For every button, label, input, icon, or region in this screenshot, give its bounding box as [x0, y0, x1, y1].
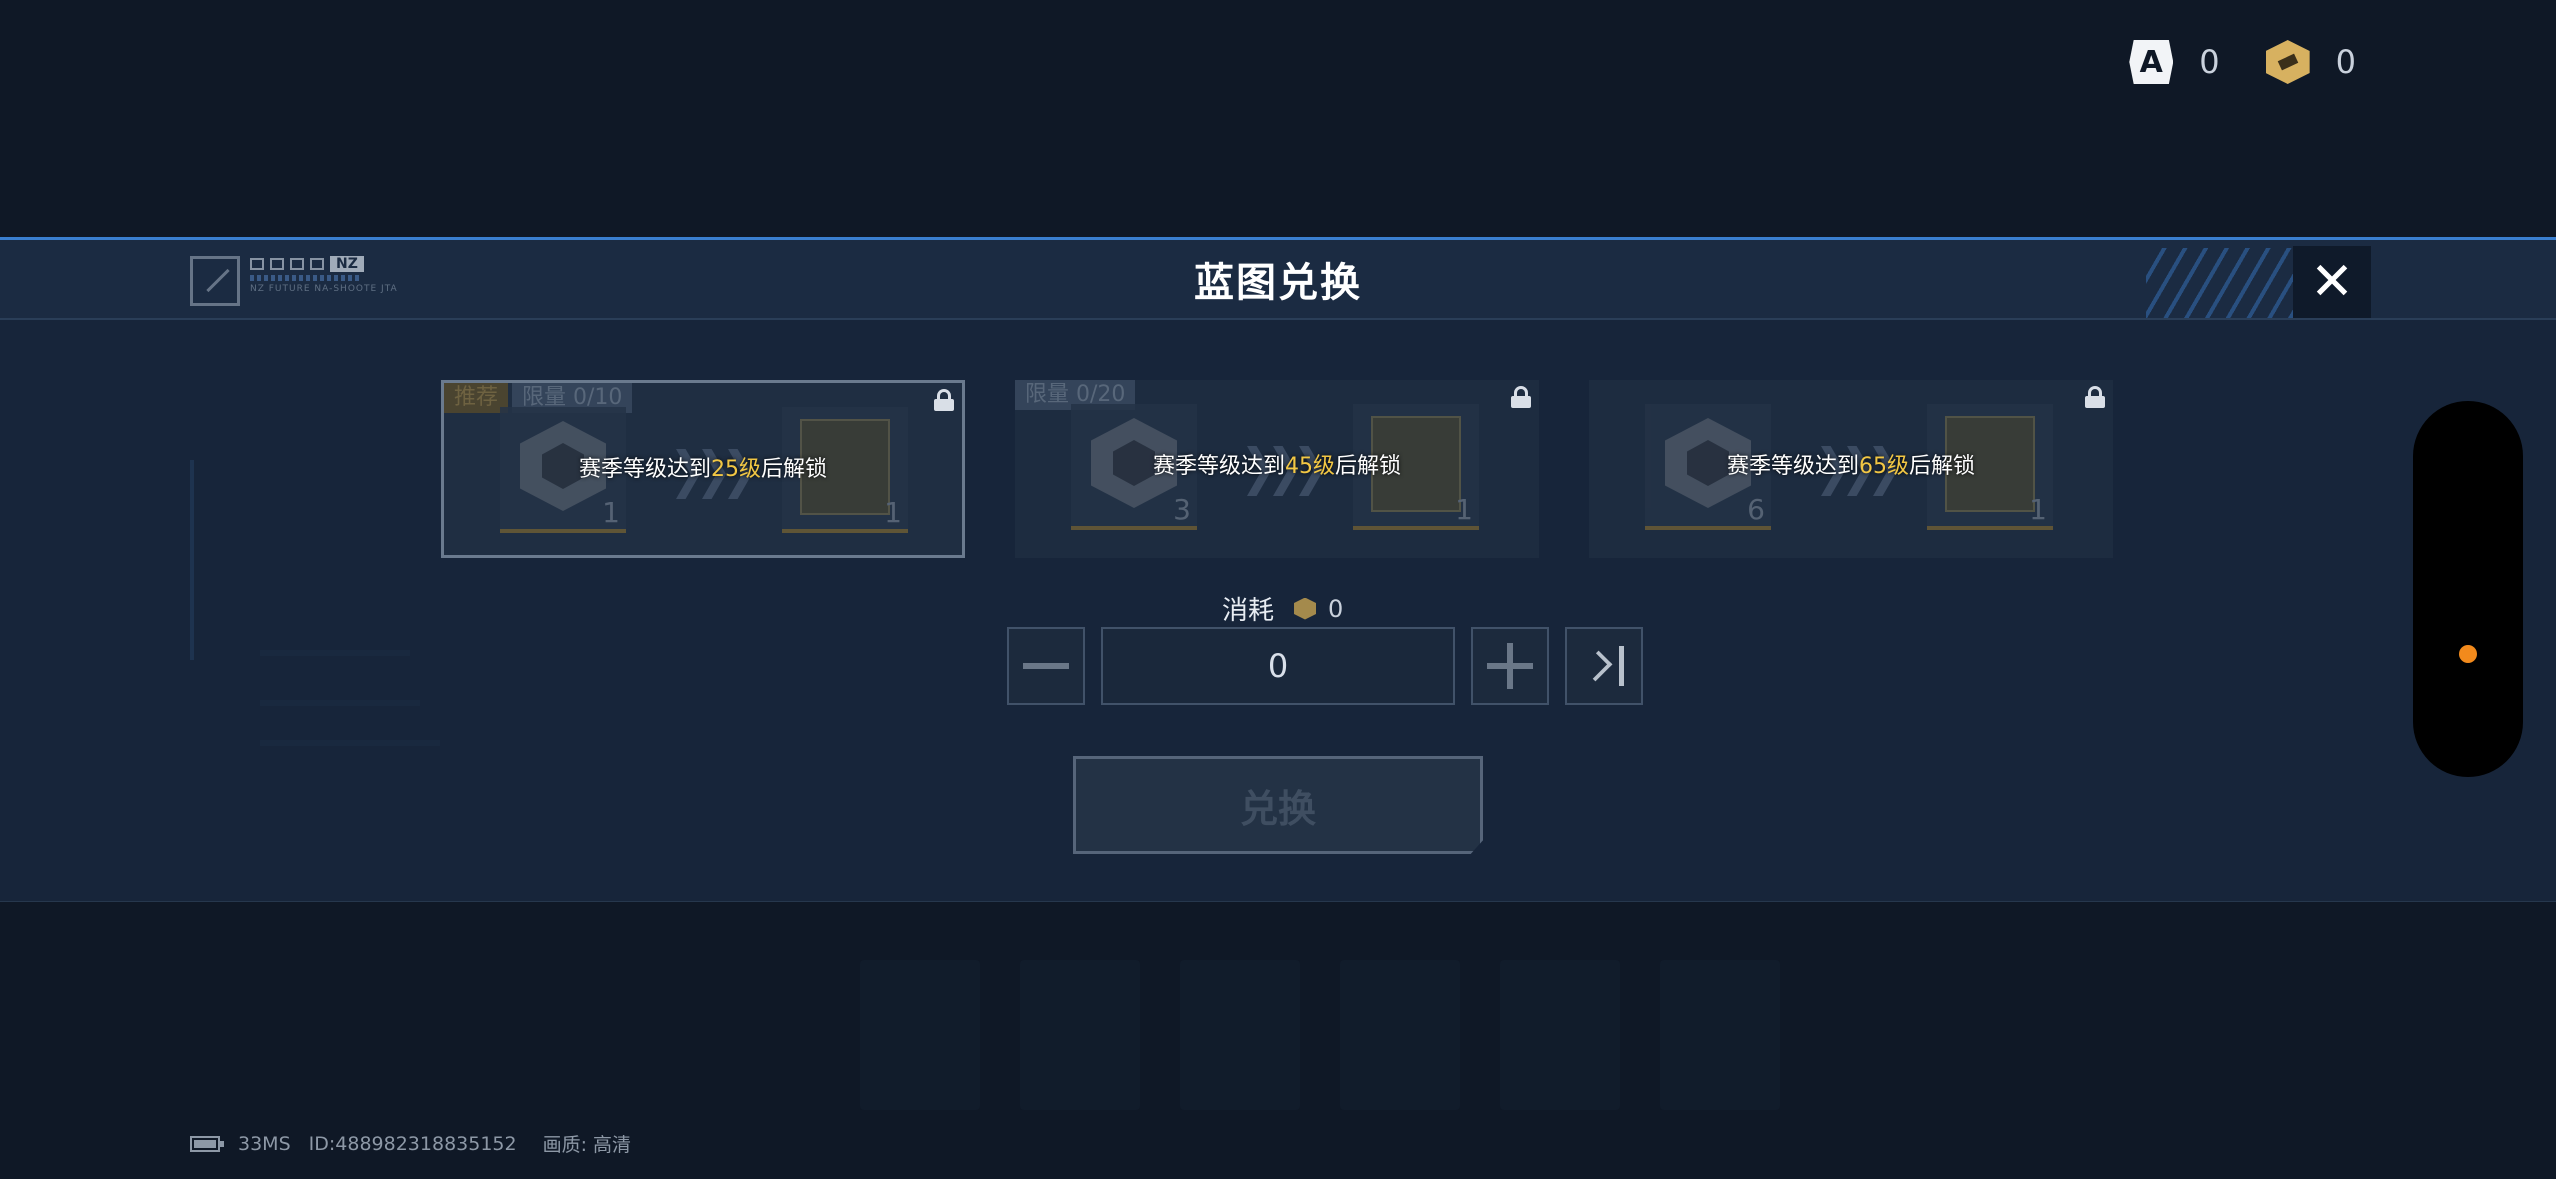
core-item-count: 6 — [1747, 493, 1765, 526]
battery-icon — [190, 1135, 224, 1152]
cost-row: 消耗 0 — [1222, 590, 1343, 627]
blueprint-exchange-modal: NZ NZ FUTURE NA-SHOOTE JTA 蓝图兑换 ✕ 推荐 限量 … — [0, 237, 2556, 902]
quality-text: 画质: 高清 — [542, 1134, 632, 1156]
logo-small-text: NZ FUTURE NA-SHOOTE JTA — [250, 284, 398, 294]
increase-button[interactable] — [1471, 627, 1549, 705]
exchange-button-label: 兑换 — [1239, 786, 1316, 831]
status-bar: 33MS ID:488982318835152 画质: 高清 — [190, 1130, 631, 1157]
floating-side-button[interactable] — [2413, 401, 2523, 777]
cost-value: 0 — [1328, 594, 1344, 623]
modal-title: 蓝图兑换 — [1194, 260, 1362, 306]
core-item-count: 3 — [1173, 493, 1191, 526]
ping-text: 33MS — [238, 1132, 291, 1155]
logo-badge: NZ — [330, 256, 364, 272]
modal-header: NZ NZ FUTURE NA-SHOOTE JTA 蓝图兑换 ✕ — [0, 240, 2556, 320]
close-button[interactable]: ✕ — [2293, 246, 2371, 318]
background-ghost-content — [860, 960, 1820, 1130]
logo: NZ NZ FUTURE NA-SHOOTE JTA — [190, 256, 398, 306]
notification-dot-icon — [2459, 645, 2477, 663]
lock-icon — [934, 389, 954, 411]
player-id: ID:488982318835152 — [308, 1132, 517, 1155]
lock-icon — [2085, 386, 2105, 408]
exchange-card-1[interactable]: 推荐 限量 0/10 1 1 赛季等级达到25级后解锁 — [441, 380, 965, 558]
exchange-card-2[interactable]: 限量 0/20 3 1 赛季等级达到45级后解锁 — [1015, 380, 1539, 558]
unlock-condition: 赛季等级达到45级后解锁 — [1152, 454, 1402, 479]
recommend-tag: 推荐 — [444, 383, 509, 413]
token-icon — [1294, 597, 1317, 620]
core-item-count: 1 — [602, 496, 620, 529]
quantity-stepper — [1007, 627, 1643, 705]
plus-icon — [1487, 643, 1533, 689]
blueprint-item-count: 1 — [1455, 493, 1473, 526]
exchange-card-list: 推荐 限量 0/10 1 1 赛季等级达到25级后解锁 限量 0/20 3 1 … — [441, 380, 2113, 558]
close-icon: ✕ — [2310, 252, 2354, 312]
currency-bar: A 0 0 — [2129, 40, 2356, 84]
quantity-input[interactable] — [1101, 627, 1455, 705]
max-button[interactable] — [1565, 627, 1643, 705]
unlock-condition: 赛季等级达到65级后解锁 — [1726, 454, 1976, 479]
exchange-card-3[interactable]: 6 1 赛季等级达到65级后解锁 — [1589, 380, 2113, 558]
token-icon — [2265, 40, 2310, 84]
skip-to-max-icon — [1581, 646, 1626, 686]
token-currency: 0 — [2265, 40, 2356, 84]
logo-mark-icon — [190, 256, 240, 306]
blueprint-count: 0 — [2199, 43, 2220, 81]
blueprint-item-count: 1 — [2029, 493, 2047, 526]
decrease-button[interactable] — [1007, 627, 1085, 705]
token-count: 0 — [2335, 43, 2356, 81]
cost-label: 消耗 — [1222, 596, 1275, 626]
blueprint-icon: A — [2129, 40, 2174, 84]
minus-icon — [1023, 663, 1069, 669]
lock-icon — [1511, 386, 1531, 408]
unlock-condition: 赛季等级达到25级后解锁 — [578, 457, 828, 482]
blueprint-currency: A 0 — [2129, 40, 2220, 84]
blueprint-item-count: 1 — [884, 496, 902, 529]
exchange-button[interactable]: 兑换 — [1073, 756, 1483, 854]
